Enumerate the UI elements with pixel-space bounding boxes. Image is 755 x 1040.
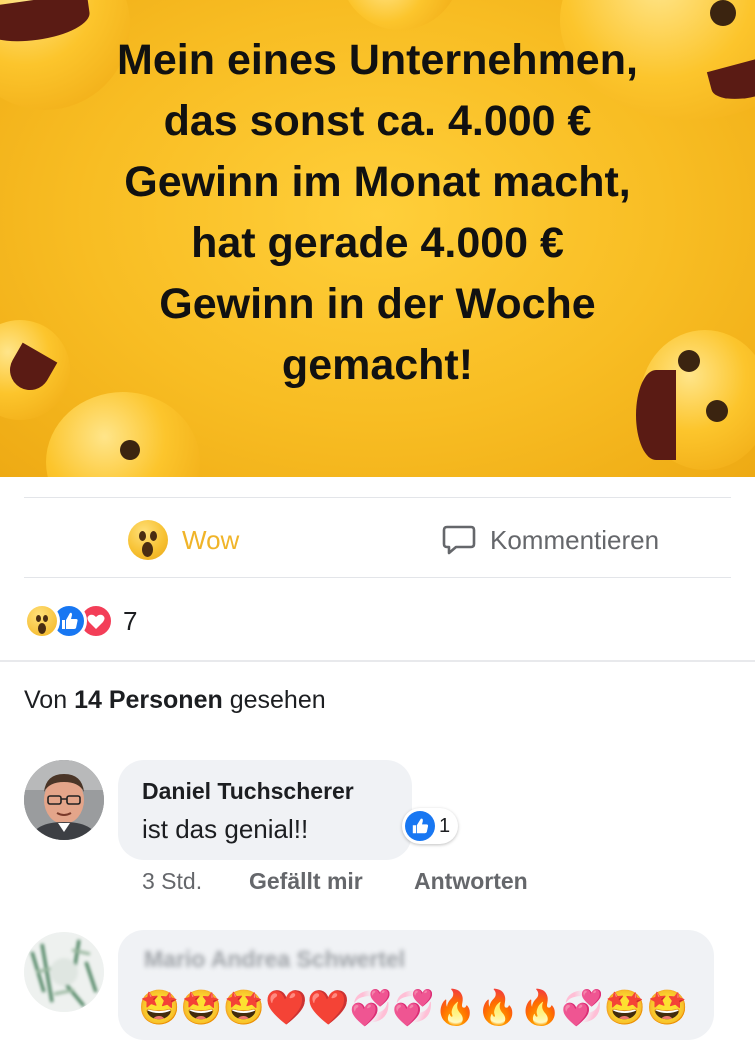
reactions-count: 7 bbox=[123, 605, 138, 636]
post-text-line: das sonst ca. 4.000 € bbox=[163, 97, 592, 145]
comment-author[interactable]: Daniel Tuchscherer bbox=[142, 778, 354, 805]
comment-bubble[interactable]: Daniel Tuchscherer ist das genial!! bbox=[118, 760, 412, 860]
seen-suffix: gesehen bbox=[229, 686, 326, 714]
reactions-summary[interactable]: 7 bbox=[24, 603, 137, 639]
like-count: 1 bbox=[439, 814, 451, 837]
comment-button[interactable]: Kommentieren bbox=[442, 516, 659, 564]
divider bbox=[24, 497, 731, 498]
post-text-line: Gewinn im Monat macht, bbox=[124, 158, 631, 206]
like-icon bbox=[405, 811, 435, 841]
comment-time: 3 Std. bbox=[142, 868, 203, 894]
avatar[interactable] bbox=[24, 760, 104, 840]
post-text-line: gemacht! bbox=[281, 341, 474, 389]
post-text-line: Mein eines Unternehmen, bbox=[117, 36, 638, 84]
comment-author[interactable]: Mario Andrea Schwertel bbox=[144, 946, 405, 973]
like-comment-button[interactable]: Gefällt mir bbox=[249, 868, 363, 895]
seen-by-text[interactable]: Von 14 Personen gesehen bbox=[24, 686, 326, 715]
wow-reaction-icon bbox=[24, 603, 60, 639]
laughing-emoji-decoration bbox=[340, 0, 460, 30]
post-image[interactable]: Mein eines Unternehmen, das sonst ca. 4.… bbox=[0, 0, 755, 477]
comment-label: Kommentieren bbox=[490, 524, 660, 555]
wow-label: Wow bbox=[182, 524, 240, 555]
post-text-line: hat gerade 4.000 € bbox=[191, 219, 564, 267]
comment-text: ist das genial!! bbox=[142, 814, 309, 844]
avatar[interactable] bbox=[24, 932, 104, 1012]
comment-icon bbox=[442, 525, 476, 555]
seen-prefix: Von bbox=[24, 686, 68, 714]
wow-reaction-button[interactable]: Wow bbox=[128, 516, 239, 564]
laughing-emoji-decoration bbox=[46, 392, 200, 477]
wow-emoji-icon bbox=[128, 520, 168, 560]
seen-count: 14 Personen bbox=[74, 686, 223, 714]
comment-text: 🤩🤩🤩❤️❤️💞💞🔥🔥🔥💞🤩🤩 bbox=[138, 989, 689, 1027]
divider bbox=[0, 660, 755, 662]
post-text-line: Gewinn in der Woche bbox=[159, 280, 596, 328]
reply-button[interactable]: Antworten bbox=[414, 868, 528, 895]
comment-like-count[interactable]: 1 bbox=[402, 808, 459, 844]
post-image-text: Mein eines Unternehmen, das sonst ca. 4.… bbox=[40, 30, 715, 396]
divider bbox=[24, 577, 731, 578]
